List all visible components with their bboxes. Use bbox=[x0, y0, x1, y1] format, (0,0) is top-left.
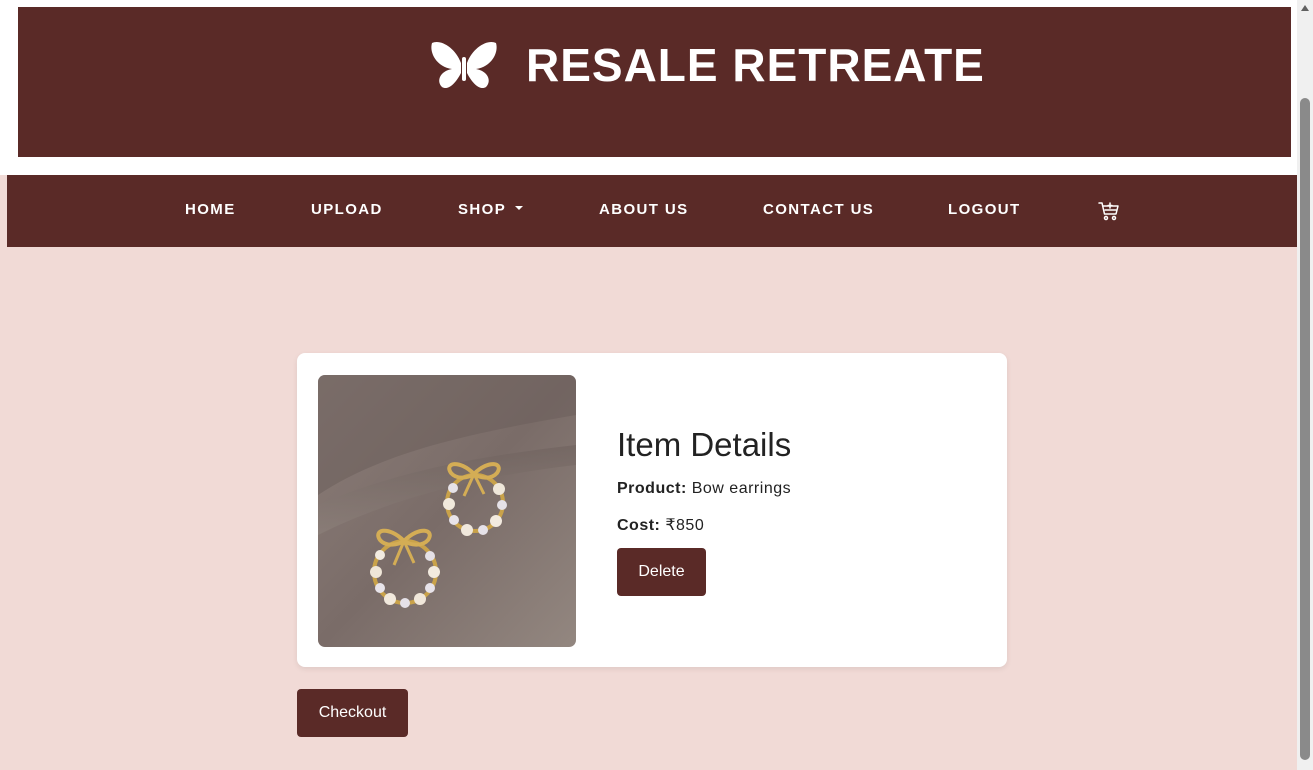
checkout-button[interactable]: Checkout bbox=[297, 689, 408, 737]
product-value: Bow earrings bbox=[691, 480, 792, 497]
page: RESALE RETREATE HOME UPLOAD SHOP ABOUT U… bbox=[0, 0, 1297, 770]
cost-row: Cost: ₹850 bbox=[617, 515, 704, 535]
scrollbar-thumb[interactable] bbox=[1300, 98, 1310, 760]
product-label: Product: bbox=[617, 480, 687, 497]
brand-banner: RESALE RETREATE bbox=[18, 7, 1291, 157]
vertical-scrollbar[interactable] bbox=[1297, 0, 1313, 770]
item-details-title: Item Details bbox=[617, 426, 792, 463]
nav-home[interactable]: HOME bbox=[185, 175, 236, 247]
nav-logout[interactable]: LOGOUT bbox=[948, 175, 1021, 247]
nav-contact-us[interactable]: CONTACT US bbox=[763, 175, 874, 247]
bow-earrings-image bbox=[318, 375, 576, 647]
nav-upload[interactable]: UPLOAD bbox=[311, 175, 383, 247]
nav-shop[interactable]: SHOP bbox=[458, 175, 524, 247]
cost-label: Cost: bbox=[617, 517, 661, 534]
cost-value: ₹850 bbox=[665, 517, 705, 534]
product-row: Product: Bow earrings bbox=[617, 480, 791, 498]
scroll-up-icon[interactable] bbox=[1301, 5, 1309, 11]
delete-button[interactable]: Delete bbox=[617, 548, 706, 596]
cart-item-card: Item Details Product: Bow earrings Cost:… bbox=[297, 353, 1007, 667]
nav-about-us[interactable]: ABOUT US bbox=[599, 175, 689, 247]
nav-shop-label: SHOP bbox=[458, 201, 507, 218]
chevron-down-icon bbox=[515, 206, 524, 211]
cart-icon[interactable] bbox=[1097, 199, 1121, 223]
main-navigation: HOME UPLOAD SHOP ABOUT US CONTACT US LOG… bbox=[7, 175, 1297, 247]
brand-logo[interactable]: RESALE RETREATE bbox=[428, 37, 985, 93]
brand-name: RESALE RETREATE bbox=[526, 39, 985, 91]
butterfly-icon bbox=[431, 41, 497, 89]
